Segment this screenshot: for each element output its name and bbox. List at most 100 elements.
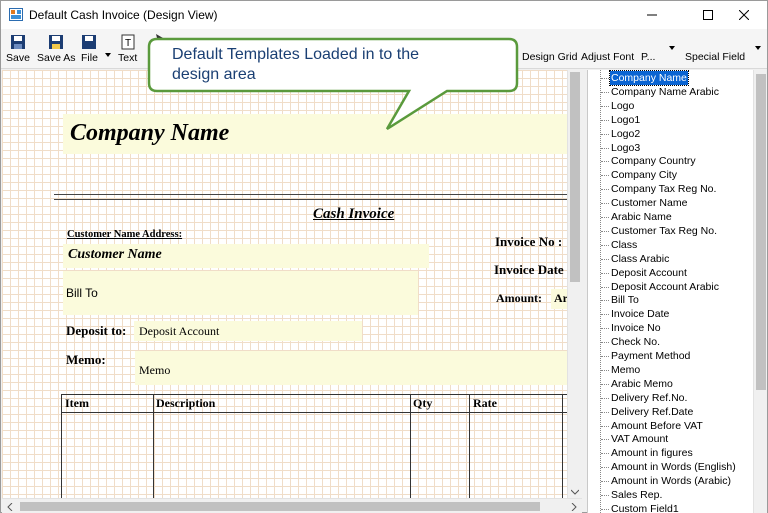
minimize-icon	[647, 14, 657, 16]
field-list-item[interactable]: Logo3	[610, 141, 641, 155]
field-list-item[interactable]: Class	[610, 238, 638, 252]
items-table[interactable]: Item Description Qty Rate	[61, 394, 569, 498]
field-list-item[interactable]: Custom Field1	[610, 502, 680, 513]
deposit-account-field[interactable]: Deposit Account	[134, 321, 362, 341]
memo-label[interactable]: Memo:	[66, 352, 106, 368]
customer-name-field[interactable]: Customer Name	[63, 244, 429, 268]
field-list-item[interactable]: Sales Rep.	[610, 488, 663, 502]
tree-connector	[601, 286, 609, 288]
scroll-right-arrow-icon[interactable]	[571, 503, 577, 511]
file-menu-button[interactable]: File	[81, 31, 98, 65]
title-bar: Default Cash Invoice (Design View)	[1, 1, 767, 29]
design-area[interactable]: Company Name Cash Invoice Customer Name …	[2, 70, 581, 498]
invoice-no-label[interactable]: Invoice No :	[495, 234, 562, 250]
field-list-item[interactable]: Logo2	[610, 127, 641, 141]
field-list-item[interactable]: Amount in Words (Arabic)	[610, 474, 732, 488]
tree-connector	[601, 230, 609, 232]
invoice-title[interactable]: Cash Invoice	[313, 206, 394, 223]
save-button[interactable]: Save	[6, 31, 30, 65]
separator-line-1	[54, 194, 568, 195]
memo-field[interactable]: Memo	[135, 351, 567, 385]
field-list-scrollbar[interactable]	[753, 70, 767, 513]
minimize-button[interactable]	[629, 1, 675, 29]
text-icon: T	[121, 34, 135, 50]
field-list-item[interactable]: Logo1	[610, 113, 641, 127]
tree-connector	[601, 328, 609, 330]
field-list-item[interactable]: Logo	[610, 99, 635, 113]
file-icon	[82, 35, 97, 49]
column-header-rate[interactable]: Rate	[473, 396, 497, 411]
special-field-button[interactable]: Special Field	[685, 51, 745, 63]
tree-guide-line	[600, 70, 610, 513]
callout-text: Default Templates Loaded in to the desig…	[172, 45, 419, 85]
amount-value-field[interactable]: Ar	[551, 289, 567, 309]
close-icon	[739, 10, 749, 20]
design-horizontal-scrollbar[interactable]	[2, 498, 582, 513]
field-list-item[interactable]: Bill To	[610, 293, 640, 307]
field-list-item[interactable]: Amount in figures	[610, 446, 694, 460]
svg-text:T: T	[125, 38, 131, 49]
field-list-item[interactable]: Customer Tax Reg No.	[610, 224, 718, 238]
scroll-thumb[interactable]	[756, 74, 766, 390]
field-list-item[interactable]: Amount Before VAT	[610, 419, 704, 433]
separator-line-2	[54, 199, 568, 200]
field-list-item[interactable]: Delivery Ref.No.	[610, 391, 688, 405]
close-button[interactable]	[721, 1, 767, 29]
field-list-item[interactable]: Payment Method	[610, 349, 691, 363]
field-list-item[interactable]: Arabic Memo	[610, 377, 674, 391]
special-field-dropdown-arrow-icon[interactable]	[755, 46, 761, 50]
p-dropdown-arrow-icon[interactable]	[669, 46, 675, 50]
scroll-down-arrow-icon[interactable]	[571, 489, 579, 495]
tree-connector	[601, 133, 609, 135]
scroll-left-arrow-icon[interactable]	[7, 503, 13, 511]
p-menu-button[interactable]: P...	[641, 51, 655, 63]
adjust-font-button[interactable]: Adjust Font	[581, 51, 634, 63]
tree-connector	[601, 356, 609, 357]
field-list-item[interactable]: Delivery Ref.Date	[610, 405, 694, 419]
scroll-thumb[interactable]	[20, 502, 540, 511]
field-list-item[interactable]: Invoice Date	[610, 307, 670, 321]
field-list-item[interactable]: Company Name Arabic	[610, 85, 720, 99]
tree-connector	[601, 383, 609, 385]
tree-connector	[601, 314, 609, 316]
file-label: File	[81, 52, 98, 64]
invoice-date-label[interactable]: Invoice Date	[494, 262, 564, 278]
deposit-to-label[interactable]: Deposit to:	[66, 323, 126, 339]
tree-connector	[601, 91, 609, 93]
field-list-item[interactable]: Memo	[610, 363, 641, 377]
tree-connector	[601, 453, 609, 455]
field-list-item[interactable]: Amount in Words (English)	[610, 460, 737, 474]
bill-to-field[interactable]: Bill To	[63, 271, 418, 315]
table-column-divider	[410, 395, 411, 498]
design-grid-button[interactable]: Design Grid	[522, 51, 577, 63]
amount-label[interactable]: Amount:	[496, 291, 542, 306]
company-name-field[interactable]: Company Name	[63, 114, 567, 154]
column-header-qty[interactable]: Qty	[413, 396, 432, 411]
field-list-item[interactable]: Invoice No	[610, 321, 662, 335]
file-dropdown-arrow-icon[interactable]	[105, 53, 111, 57]
design-vertical-scrollbar[interactable]	[567, 70, 581, 498]
column-header-description[interactable]: Description	[156, 396, 215, 411]
text-button[interactable]: T Text	[118, 31, 137, 65]
field-list-panel[interactable]: Company Name Company Name Arabic Logo Logo1…	[587, 70, 767, 513]
field-list-item[interactable]: Check No.	[610, 335, 661, 349]
field-list-item[interactable]: Deposit Account Arabic	[610, 280, 720, 294]
field-list-item[interactable]: Deposit Account	[610, 266, 688, 280]
tree-connector	[601, 147, 609, 149]
field-list-item[interactable]: Company City	[610, 168, 678, 182]
save-as-button[interactable]: Save As	[37, 31, 76, 65]
field-list-item[interactable]: Company Country	[610, 154, 697, 168]
field-list-item[interactable]: Arabic Name	[610, 210, 673, 224]
field-list-item[interactable]: Company Tax Reg No.	[610, 182, 717, 196]
column-header-item[interactable]: Item	[65, 396, 89, 411]
tree-connector	[601, 244, 609, 246]
text-label: Text	[118, 52, 138, 64]
customer-name-address-label[interactable]: Customer Name Address:	[67, 229, 182, 240]
field-list-item[interactable]: VAT Amount	[610, 432, 669, 446]
field-list-item[interactable]: Company Name	[609, 70, 689, 86]
field-list-item[interactable]: Customer Name	[610, 196, 688, 210]
save-icon	[10, 35, 25, 49]
scroll-thumb[interactable]	[570, 72, 580, 282]
field-list-item[interactable]: Class Arabic	[610, 252, 670, 266]
app-icon	[9, 8, 23, 21]
